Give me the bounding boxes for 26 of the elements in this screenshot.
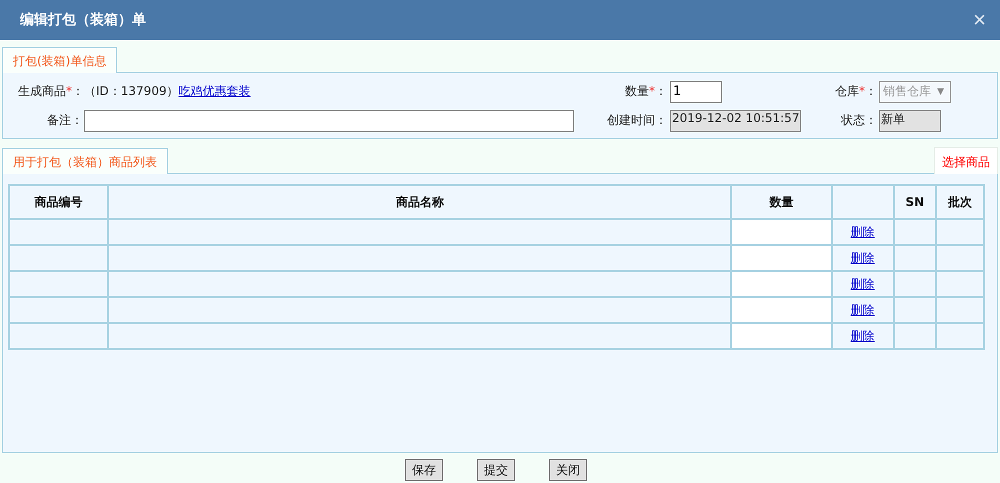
remark-field[interactable] <box>84 110 574 132</box>
close-button[interactable]: × <box>973 9 986 31</box>
product-info: 生成商品*：（ID：137909）吃鸡优惠套装 <box>17 83 252 100</box>
product-link[interactable]: 吃鸡优惠套装 <box>178 84 251 98</box>
field-label: 仓库*： <box>834 83 877 100</box>
field-label: 创建时间： <box>606 112 667 129</box>
quantity-input[interactable] <box>731 323 832 349</box>
quantity-input[interactable] <box>731 245 832 271</box>
column-header: 批次 <box>936 185 984 219</box>
quantity-input[interactable] <box>731 271 832 297</box>
select-products-link[interactable]: 选择商品 <box>934 147 998 174</box>
quantity-field[interactable]: 1 <box>670 80 722 102</box>
status-field: 新单 <box>879 110 941 132</box>
quantity-input[interactable] <box>731 297 832 323</box>
action-button[interactable]: 提交 <box>477 459 515 481</box>
action-button[interactable]: 关闭 <box>549 459 587 481</box>
column-header: 商品编号 <box>9 185 108 219</box>
field-label: 数量*： <box>624 83 667 100</box>
field-label: 备注： <box>46 112 83 129</box>
quantity-input[interactable] <box>731 219 832 245</box>
field-label: 状态： <box>840 112 877 129</box>
action-button[interactable]: 保存 <box>405 459 443 481</box>
created-time-field: 2019-12-02 10:51:57 <box>670 110 802 132</box>
column-header: 商品名称 <box>108 185 732 219</box>
column-header: SN <box>894 185 936 219</box>
window-title: 编辑打包（装箱）单 <box>20 11 146 29</box>
